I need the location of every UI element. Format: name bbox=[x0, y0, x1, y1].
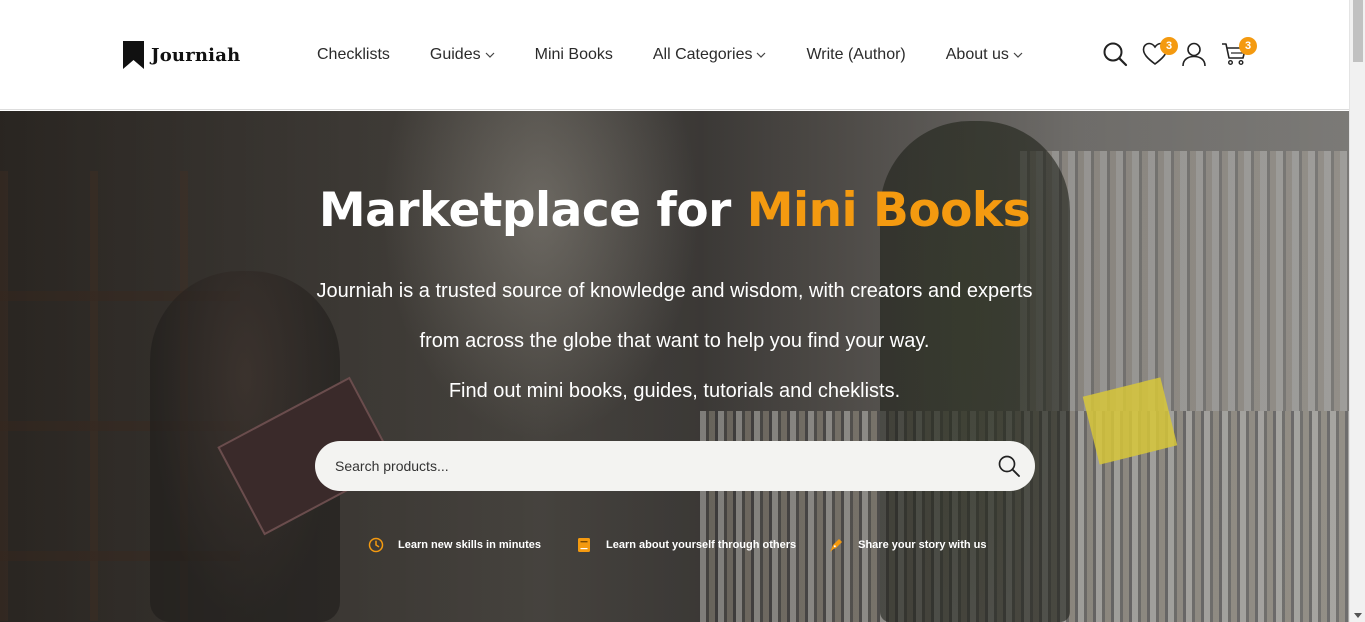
hero-title-main: Marketplace for bbox=[318, 183, 747, 238]
nav-item-about-us[interactable]: About us bbox=[946, 46, 1023, 64]
search-submit-icon[interactable] bbox=[997, 454, 1021, 478]
site-header: Journiah Checklists Guides Mini Books Al… bbox=[0, 0, 1349, 110]
hero-section: Marketplace for Mini Books Journiah is a… bbox=[0, 111, 1349, 622]
nav-item-all-categories[interactable]: All Categories bbox=[653, 46, 767, 64]
cart-count-badge: 3 bbox=[1239, 37, 1257, 55]
feature-item: Share your story with us bbox=[828, 537, 987, 553]
hero-description-line-3: Find out mini books, guides, tutorials a… bbox=[448, 380, 901, 402]
account-button[interactable] bbox=[1179, 38, 1209, 70]
logo-text: Journiah bbox=[151, 44, 241, 66]
logo[interactable]: Journiah bbox=[122, 40, 240, 70]
hero-description-line-2: from across the globe that want to help … bbox=[419, 330, 930, 352]
nav-item-label: Mini Books bbox=[534, 46, 613, 63]
feature-item: Learn about yourself through others bbox=[576, 537, 796, 553]
header-actions: 3 3 bbox=[1100, 37, 1270, 72]
nav-item-label: Write (Author) bbox=[806, 46, 906, 63]
cart-button[interactable]: 3 bbox=[1219, 37, 1257, 70]
clock-icon bbox=[368, 537, 384, 553]
nav-item-label: Guides bbox=[429, 46, 481, 63]
search-button[interactable] bbox=[1100, 38, 1130, 70]
nav-item-write-author[interactable]: Write (Author) bbox=[806, 46, 905, 64]
scroll-down-arrow-icon[interactable] bbox=[1354, 613, 1362, 618]
feature-label: Learn new skills in minutes bbox=[398, 539, 542, 551]
chevron-down-icon bbox=[485, 52, 495, 58]
hero-features: Learn new skills in minutes Learn about … bbox=[368, 535, 987, 555]
pen-icon bbox=[830, 539, 843, 552]
search-icon bbox=[1103, 42, 1128, 67]
page-scrollbar[interactable] bbox=[1349, 0, 1365, 622]
nav-item-checklists[interactable]: Checklists bbox=[317, 46, 390, 64]
nav-item-label: Checklists bbox=[317, 46, 390, 63]
chevron-down-icon bbox=[1013, 52, 1023, 58]
wishlist-count-badge: 3 bbox=[1160, 37, 1178, 55]
scrollbar-thumb[interactable] bbox=[1353, 0, 1363, 62]
bookmark-logo-icon bbox=[123, 41, 144, 69]
feature-item: Learn new skills in minutes bbox=[368, 537, 541, 553]
feature-label: Share your story with us bbox=[858, 539, 987, 551]
book-icon bbox=[578, 538, 591, 552]
product-search-input[interactable] bbox=[335, 458, 975, 474]
hero-title-accent: Mini Books bbox=[746, 183, 1031, 238]
user-icon bbox=[1182, 42, 1206, 67]
nav-item-label: All Categories bbox=[652, 46, 753, 63]
main-nav: Checklists Guides Mini Books All Categor… bbox=[317, 43, 1023, 67]
wishlist-button[interactable]: 3 bbox=[1140, 37, 1178, 70]
chevron-down-icon bbox=[757, 52, 766, 58]
nav-item-label: About us bbox=[945, 46, 1009, 63]
hero-description-line-1: Journiah is a trusted source of knowledg… bbox=[316, 280, 1033, 302]
product-search-bar bbox=[315, 441, 1035, 491]
nav-item-mini-books[interactable]: Mini Books bbox=[535, 46, 613, 64]
feature-label: Learn about yourself through others bbox=[606, 539, 797, 551]
hero-title: Marketplace for Mini Books bbox=[0, 183, 1349, 238]
nav-item-guides[interactable]: Guides bbox=[430, 46, 495, 64]
